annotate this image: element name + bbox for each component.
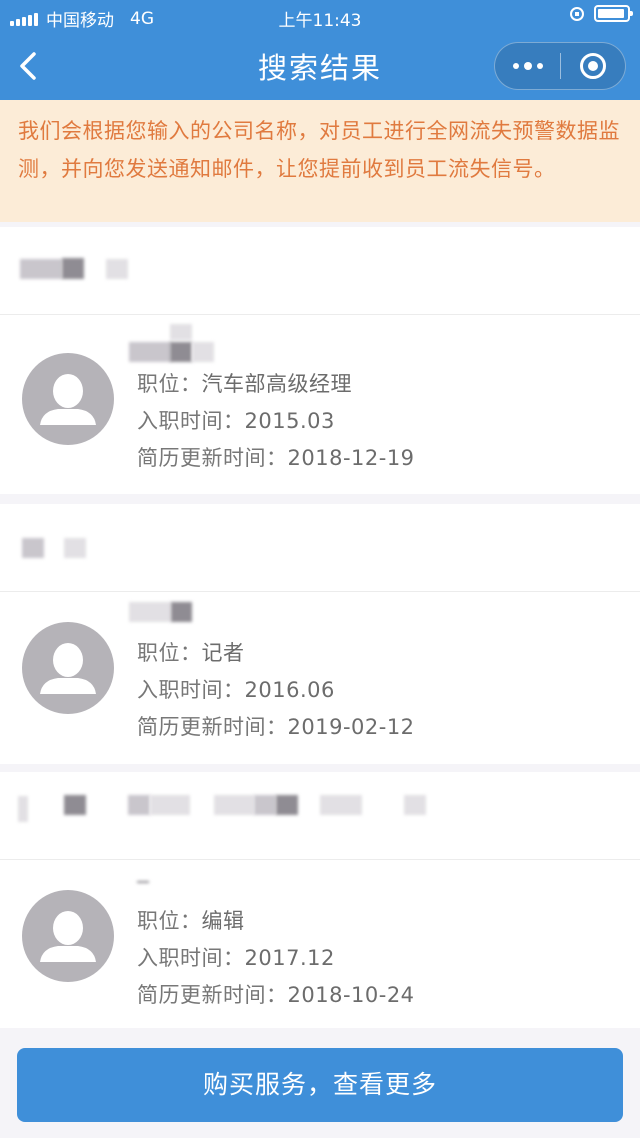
target-icon xyxy=(579,53,606,79)
join-date-line: 入职时间：2015.03 xyxy=(137,409,335,433)
rotation-lock-icon xyxy=(570,6,584,21)
join-date-line: 入职时间：2017.12 xyxy=(137,946,335,970)
update-date-line: 简历更新时间：2018-10-24 xyxy=(137,983,415,1007)
card-header-redacted xyxy=(0,772,640,860)
update-date-value: 2018-10-24 xyxy=(287,983,415,1007)
status-time: 上午11:43 xyxy=(278,11,362,31)
notice-banner: 我们会根据您输入的公司名称，对员工进行全网流失预警数据监测，并向您发送通知邮件，… xyxy=(0,100,640,222)
redacted-name xyxy=(129,602,171,622)
position-line: 职位：记者 xyxy=(137,641,245,665)
user-avatar-icon xyxy=(40,911,96,962)
avatar xyxy=(22,622,114,714)
battery-icon xyxy=(594,5,633,22)
status-right xyxy=(570,5,633,22)
update-date-value: 2019-02-12 xyxy=(287,715,415,739)
join-date-value: 2016.06 xyxy=(244,678,335,702)
status-bar: 中国移动 4G 上午11:43 xyxy=(0,0,640,32)
position-line: 职位：编辑 xyxy=(137,909,245,933)
buy-service-button[interactable]: 购买服务，查看更多 xyxy=(17,1048,623,1122)
close-program-button[interactable] xyxy=(561,42,625,90)
result-card[interactable]: 职位：记者 入职时间：2016.06 简历更新时间：2019-02-12 xyxy=(0,504,640,764)
user-avatar-icon xyxy=(40,374,96,425)
update-date-line: 简历更新时间：2019-02-12 xyxy=(137,715,415,739)
card-header-redacted xyxy=(0,504,640,592)
more-dots-icon xyxy=(512,63,519,69)
user-avatar-icon xyxy=(40,643,96,694)
more-button[interactable] xyxy=(495,42,560,90)
position-value: 汽车部高级经理 xyxy=(201,372,352,396)
result-card[interactable]: 职位：编辑 入职时间：2017.12 简历更新时间：2018-10-24 xyxy=(0,772,640,1028)
card-header-redacted xyxy=(0,227,640,315)
position-value: 记者 xyxy=(201,641,245,665)
redacted-name xyxy=(170,324,192,340)
nav-bar: 搜索结果 xyxy=(0,32,640,100)
avatar xyxy=(22,890,114,982)
avatar xyxy=(22,353,114,445)
join-date-line: 入职时间：2016.06 xyxy=(137,678,335,702)
position-line: 职位：汽车部高级经理 xyxy=(137,372,352,396)
result-card[interactable]: 职位：汽车部高级经理 入职时间：2015.03 简历更新时间：2018-12-1… xyxy=(0,227,640,494)
join-date-value: 2017.12 xyxy=(244,946,335,970)
mini-program-capsule xyxy=(494,42,626,90)
redacted-name xyxy=(137,881,149,883)
update-date-value: 2018-12-19 xyxy=(287,446,415,470)
update-date-line: 简历更新时间：2018-12-19 xyxy=(137,446,415,470)
top-bar: 中国移动 4G 上午11:43 搜索结果 xyxy=(0,0,640,100)
join-date-value: 2015.03 xyxy=(244,409,335,433)
position-value: 编辑 xyxy=(201,909,245,933)
